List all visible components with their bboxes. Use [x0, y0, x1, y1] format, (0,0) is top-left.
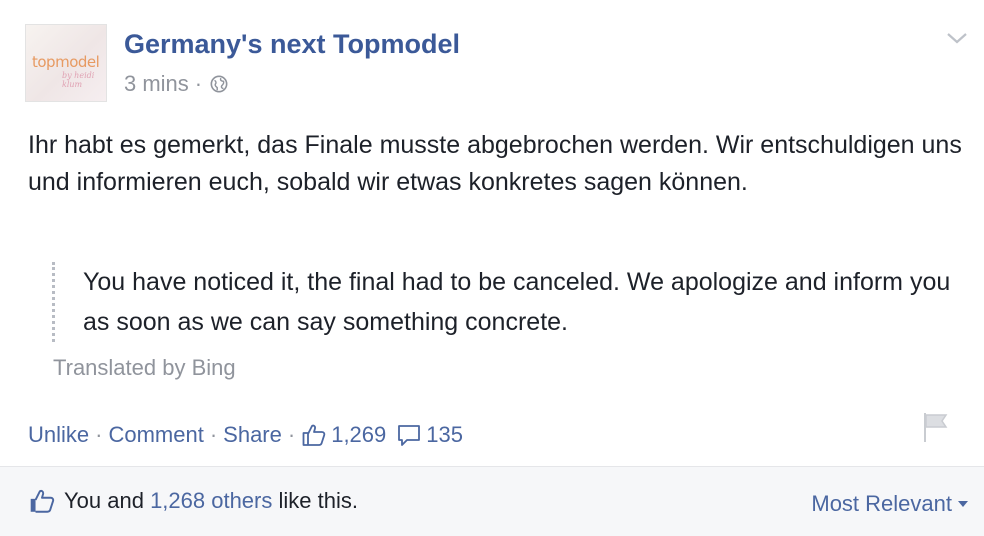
others-like-link[interactable]: 1,268 others [150, 488, 272, 514]
thumbs-up-icon [30, 489, 55, 513]
translation-attribution[interactable]: Translated by Bing [53, 355, 236, 381]
page-name-link[interactable]: Germany's next Topmodel [124, 28, 460, 60]
globe-icon[interactable] [210, 75, 228, 93]
likes-bar: You and 1,268 others like this. Most Rel… [0, 467, 984, 536]
post-message: Ihr habt es gemerkt, das Finale musste a… [28, 131, 962, 196]
likes-summary: You and 1,268 others like this. [28, 487, 358, 515]
avatar-logo-sub: by heidi klum [62, 71, 95, 89]
post-actions: Unlike · Comment · Share · 1,269 135 [28, 420, 473, 450]
post-meta: 3 mins · [124, 71, 228, 97]
facebook-post: topmodel by heidi klum Germany's next To… [0, 0, 984, 536]
action-separator: · [287, 422, 296, 447]
likes-prefix: You and [64, 488, 151, 513]
comment-bubble-icon[interactable] [396, 422, 422, 448]
post-timestamp[interactable]: 3 mins [124, 71, 189, 97]
sort-dropdown[interactable]: Most Relevant [811, 491, 968, 517]
caret-down-icon [958, 501, 968, 507]
flag-icon[interactable] [920, 410, 950, 444]
comment-count[interactable]: 135 [426, 422, 463, 448]
page-avatar[interactable]: topmodel by heidi klum [25, 24, 107, 102]
like-count[interactable]: 1,269 [331, 422, 386, 448]
share-link[interactable]: Share [223, 422, 282, 448]
sort-label: Most Relevant [811, 491, 952, 516]
chevron-down-icon[interactable] [946, 30, 968, 46]
likes-suffix: like this. [272, 488, 358, 513]
meta-separator: · [194, 71, 203, 96]
comment-link[interactable]: Comment [108, 422, 203, 448]
unlike-link[interactable]: Unlike [28, 422, 89, 448]
avatar-logo-text: topmodel [32, 53, 100, 71]
action-separator: · [209, 422, 218, 447]
action-separator: · [95, 422, 103, 447]
translation-text: You have noticed it, the final had to be… [52, 262, 952, 342]
thumbs-up-icon[interactable] [301, 422, 327, 448]
